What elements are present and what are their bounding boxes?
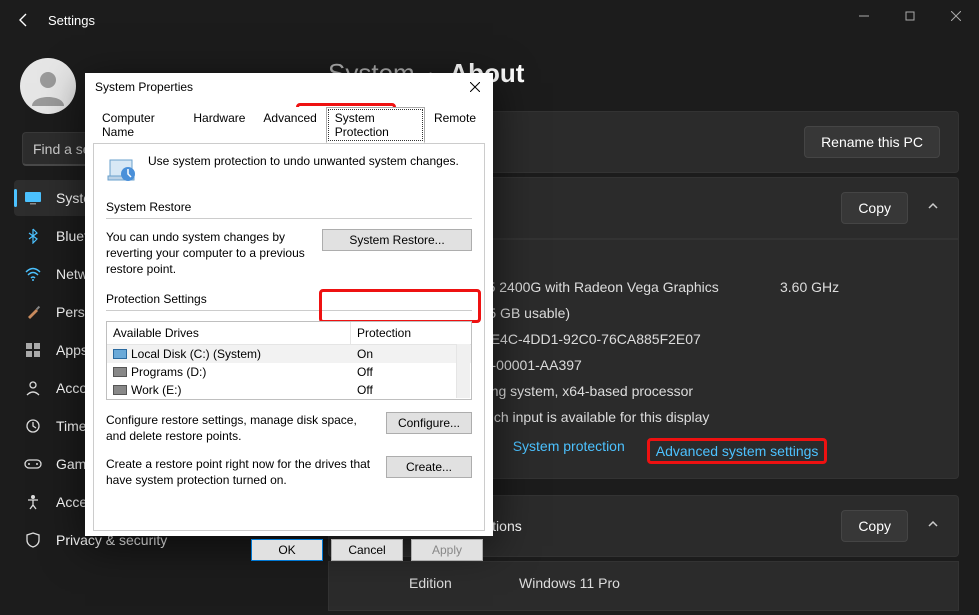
chevron-up-icon: [926, 199, 940, 218]
copy-button[interactable]: Copy: [841, 192, 908, 224]
drive-icon: [113, 385, 127, 395]
col-protection[interactable]: Protection: [351, 322, 471, 344]
create-button[interactable]: Create...: [386, 456, 472, 478]
display-icon: [24, 189, 42, 207]
brush-icon: [24, 303, 42, 321]
apply-button[interactable]: Apply: [411, 539, 483, 561]
ok-button[interactable]: OK: [251, 539, 323, 561]
spec-key: Edition: [409, 575, 519, 591]
dialog-close-button[interactable]: [463, 77, 487, 97]
highlight-advanced-system-settings: Advanced system settings: [647, 438, 828, 464]
system-restore-button[interactable]: System Restore...: [322, 229, 472, 251]
drive-icon: [113, 349, 127, 359]
avatar[interactable]: [20, 58, 76, 114]
link-advanced-system-settings[interactable]: Advanced system settings: [656, 443, 819, 459]
table-row[interactable]: Local Disk (C:) (System)On: [107, 345, 471, 363]
dialog-footer: OK Cancel Apply: [85, 539, 493, 569]
drive-icon: [113, 367, 127, 377]
sidebar-item-label: Apps: [56, 342, 88, 358]
gamepad-icon: [24, 455, 42, 473]
person-icon: [24, 379, 42, 397]
dialog-tabs: Computer Name Hardware Advanced System P…: [85, 101, 493, 143]
tab-remote[interactable]: Remote: [425, 107, 485, 143]
link-system-protection[interactable]: System protection: [513, 438, 625, 464]
chevron-up-icon: [926, 517, 940, 536]
system-restore-section: System Restore You can undo system chang…: [106, 200, 472, 278]
scrollbar[interactable]: [456, 344, 470, 398]
configure-button[interactable]: Configure...: [386, 412, 472, 434]
tab-system-protection[interactable]: System Protection: [326, 107, 425, 143]
dialog-intro-text: Use system protection to undo unwanted s…: [148, 154, 459, 168]
accessibility-icon: [24, 493, 42, 511]
tab-advanced[interactable]: Advanced: [254, 107, 325, 143]
back-button[interactable]: [8, 4, 40, 36]
apps-icon: [24, 341, 42, 359]
wifi-icon: [24, 265, 42, 283]
titlebar: Settings: [0, 0, 979, 40]
system-protection-icon: [106, 154, 138, 186]
copy-button[interactable]: Copy: [841, 510, 908, 542]
system-restore-text: You can undo system changes by reverting…: [106, 229, 312, 278]
section-title: Protection Settings: [106, 292, 472, 306]
cancel-button[interactable]: Cancel: [331, 539, 403, 561]
col-drives[interactable]: Available Drives: [107, 322, 351, 344]
system-properties-dialog: System Properties Computer Name Hardware…: [85, 73, 493, 536]
dialog-titlebar: System Properties: [85, 73, 493, 101]
window-controls: [841, 0, 979, 32]
bluetooth-icon: [24, 227, 42, 245]
create-text: Create a restore point right now for the…: [106, 456, 376, 488]
minimize-button[interactable]: [841, 0, 887, 32]
spec-value: 3.60 GHz: [780, 279, 940, 295]
window-title: Settings: [48, 13, 95, 28]
close-button[interactable]: [933, 0, 979, 32]
clock-icon: [24, 417, 42, 435]
table-row[interactable]: Programs (D:)Off: [107, 363, 471, 381]
dialog-title: System Properties: [95, 80, 193, 94]
protection-settings-section: Protection Settings Available Drives Pro…: [106, 292, 472, 489]
maximize-button[interactable]: [887, 0, 933, 32]
configure-text: Configure restore settings, manage disk …: [106, 412, 376, 444]
spec-value: Windows 11 Pro: [519, 575, 940, 591]
tab-computer-name[interactable]: Computer Name: [93, 107, 184, 143]
table-row[interactable]: Work (E:)Off: [107, 381, 471, 399]
tab-hardware[interactable]: Hardware: [184, 107, 254, 143]
drives-table: Available Drives Protection Local Disk (…: [106, 321, 472, 400]
shield-icon: [24, 531, 42, 549]
section-title: System Restore: [106, 200, 472, 214]
rename-pc-button[interactable]: Rename this PC: [804, 126, 940, 158]
